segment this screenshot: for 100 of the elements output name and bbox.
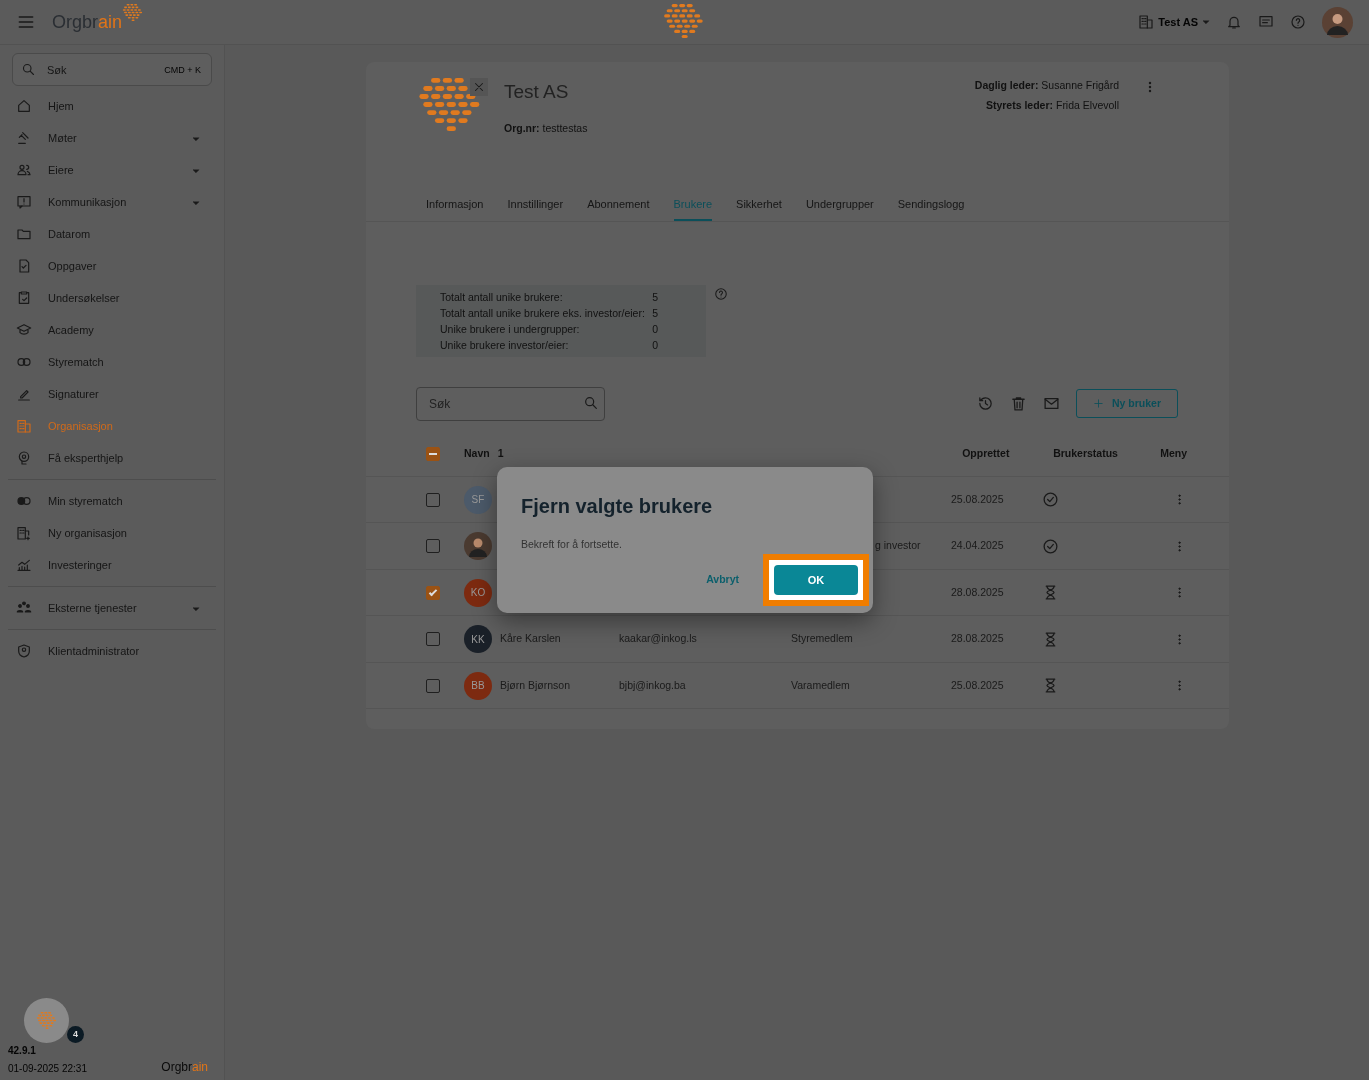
org-number-text: Org.nr: testtestas [504, 120, 588, 136]
avatar: KK [464, 625, 492, 653]
chat-launcher-button[interactable] [24, 998, 69, 1043]
search-icon [583, 394, 599, 411]
sidebar-item[interactable]: Investeringer [8, 549, 216, 581]
sidebar-item[interactable]: Academy [8, 314, 216, 346]
table-cell-text: kaakar@inkog.ls [619, 631, 698, 647]
chart-icon [16, 557, 32, 573]
role-text: Styrets leder: Frida Elvevoll [984, 97, 1119, 113]
cancel-button[interactable]: Avbryt [700, 570, 745, 589]
tab[interactable]: Undergrupper [805, 188, 874, 221]
graduation-cap-icon [16, 322, 32, 338]
checkbox[interactable] [426, 539, 440, 553]
tab[interactable]: Sikkerhet [736, 188, 782, 221]
stat-label: Totalt antall unike brukere: [440, 289, 563, 305]
chat-icon[interactable] [1258, 14, 1274, 30]
trash-icon[interactable] [1009, 395, 1027, 413]
stat-label: Unike brukere i undergrupper: [440, 321, 580, 337]
avatar[interactable] [1322, 6, 1353, 38]
column-header: 1 [497, 446, 504, 462]
avatar: KO [464, 578, 492, 607]
sidebar-item[interactable]: Hjem [8, 90, 216, 122]
shield-icon [16, 643, 32, 659]
tab[interactable]: Abonnement [587, 188, 650, 221]
checkbox[interactable] [426, 447, 440, 462]
timestamp-text: 01-09-2025 22:31 [8, 1062, 87, 1076]
table-cell-text: Kåre Karslen [500, 631, 562, 647]
stat-label: Unike brukere investor/eier: [440, 337, 569, 353]
tab[interactable]: Informasjon [426, 188, 484, 221]
table-cell-text: 28.08.2025 [951, 631, 1005, 647]
version-text: 42.9.1 [8, 1044, 37, 1058]
sidebar-item[interactable]: Organisasjon [8, 410, 216, 442]
role-text: Daglig leder: Susanne Frigård [974, 78, 1119, 93]
plus-icon [1092, 398, 1104, 410]
stat-value: 0 [652, 337, 658, 353]
sidebar-item[interactable]: Ny organisasjon [8, 517, 216, 549]
sidebar-item[interactable]: Eksterne tjenester [8, 592, 216, 624]
tab[interactable]: Sendingslogg [897, 188, 965, 221]
help-icon[interactable] [714, 286, 728, 301]
tab[interactable]: Brukere [673, 188, 713, 221]
table-cell-text: 24.04.2025 [951, 538, 1005, 554]
sidebar-item[interactable]: Min styrematch [8, 485, 216, 517]
clipboard-check-icon [16, 290, 32, 306]
avatar: SF [464, 485, 492, 514]
avatar [464, 532, 492, 560]
avatar: BB [464, 671, 492, 700]
folder-icon [16, 226, 32, 242]
stat-value: 0 [652, 321, 658, 337]
sidebar-item[interactable]: Møter [8, 122, 216, 154]
notification-badge: 4 [67, 1026, 84, 1043]
sidebar-item[interactable]: Oppgaver [8, 250, 216, 282]
dialog-title: Fjern valgte brukere [521, 494, 714, 519]
organization-switcher[interactable]: Test AS [1138, 13, 1210, 31]
ok-button[interactable]: OK [774, 564, 858, 595]
table-cell-text: Bjørn Bjørnson [500, 677, 572, 693]
sidebar-item[interactable]: Klientadministrator [8, 635, 216, 667]
brain-logo-icon [35, 1011, 58, 1030]
sidebar-item[interactable]: Eiere [8, 154, 216, 186]
sidebar-item[interactable]: Få eksperthjelp [8, 442, 216, 474]
bell-icon[interactable] [1226, 14, 1242, 30]
new-user-button[interactable]: Ny bruker [1075, 389, 1178, 419]
table-cell-text: bjbj@inkog.ba [619, 677, 687, 693]
footer-logo: Orgbrain [161, 1059, 208, 1076]
check-circle-icon [1042, 491, 1059, 508]
checkbox[interactable] [426, 632, 440, 646]
table-cell-text: Styremedlem [791, 631, 854, 647]
search-field[interactable]: Søk [416, 386, 605, 421]
message-alert-icon [16, 194, 32, 210]
checkbox[interactable] [426, 585, 440, 600]
help-icon[interactable] [1290, 14, 1306, 30]
column-header: Opprettet [962, 446, 1011, 462]
tab[interactable]: Innstillinger [507, 188, 564, 221]
stat-value: 5 [652, 305, 658, 321]
sidebar-item[interactable]: Undersøkelser [8, 282, 216, 314]
checkbox[interactable] [426, 678, 440, 693]
people-icon [16, 162, 32, 178]
sidebar-item[interactable]: Datarom [8, 218, 216, 250]
table-cell-text: Varamedlem [791, 677, 851, 693]
task-file-icon [16, 258, 32, 274]
table-cell-text: 25.08.2025 [951, 491, 1005, 507]
sidebar-item[interactable]: Signaturer [8, 378, 216, 410]
sidebar-item[interactable]: Styrematch [8, 346, 216, 378]
building-icon [16, 418, 32, 434]
check-circle-icon [1042, 537, 1059, 555]
table-cell-text: 28.08.2025 [951, 584, 1005, 600]
shortcut-hint: CMD + K [163, 64, 202, 77]
building-plus-icon [16, 525, 32, 541]
support-icon [16, 450, 32, 466]
close-icon [472, 80, 486, 94]
column-header: Meny [1160, 446, 1187, 462]
caret-icon [1202, 18, 1210, 26]
history-icon[interactable] [976, 395, 994, 413]
checkbox[interactable] [426, 492, 440, 507]
table-cell-text: 25.08.2025 [951, 677, 1005, 693]
stat-value: 5 [652, 289, 658, 305]
column-header: Brukerstatus [1053, 446, 1119, 462]
sidebar-item[interactable]: Kommunikasjon [8, 186, 216, 218]
column-header: Navn [464, 446, 490, 462]
remove-logo-button[interactable] [470, 78, 488, 96]
table-cell-text: g investor [874, 538, 922, 554]
